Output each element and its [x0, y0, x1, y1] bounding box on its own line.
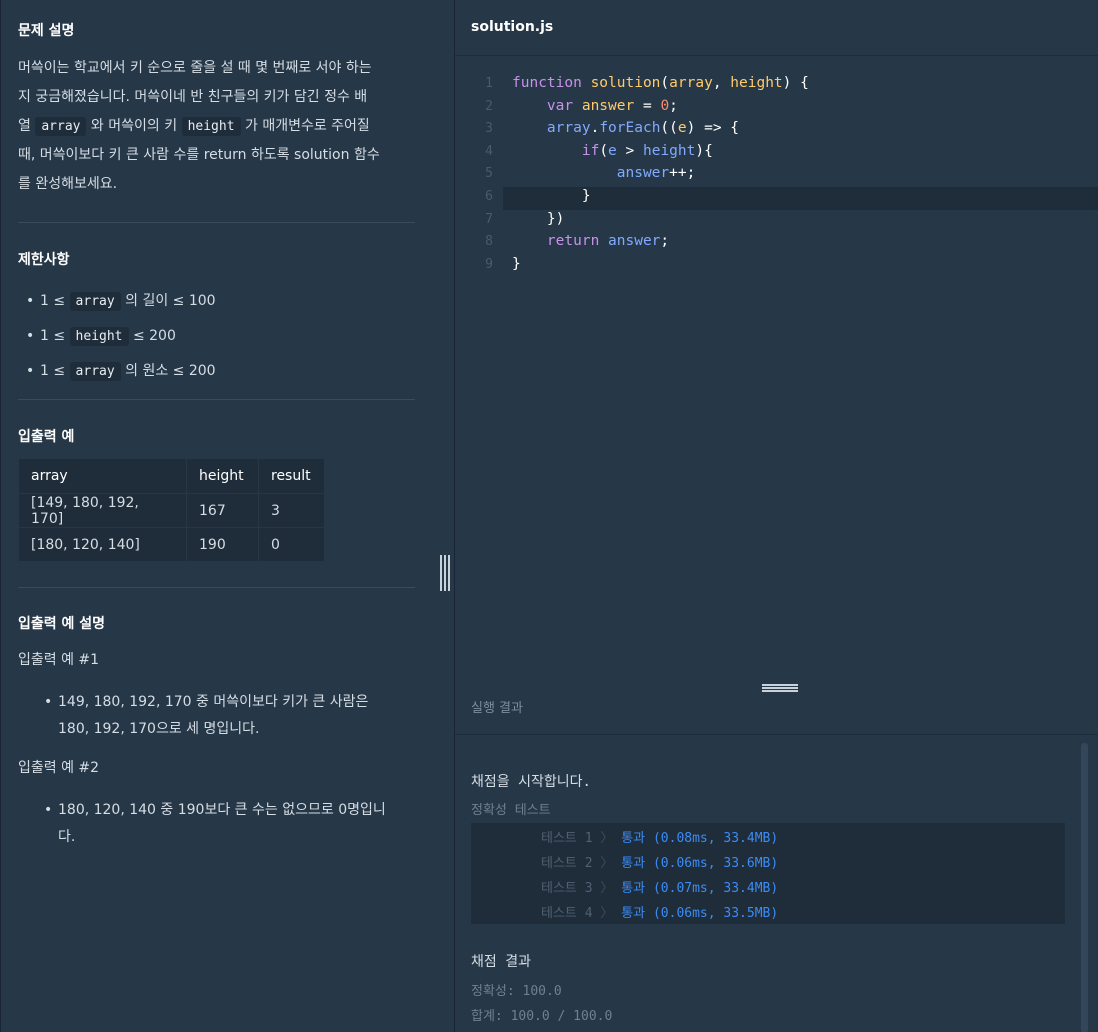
table-cell: 167: [186, 493, 259, 528]
constraint-item: 1 ≤ height ≤ 200: [18, 319, 216, 354]
line-number: 5: [485, 166, 493, 182]
test-row: 테스트 3 〉 통과 (0.07ms, 33.4MB): [541, 881, 779, 896]
table-cell: [180, 120, 140]: [18, 527, 187, 562]
table-cell: 3: [258, 493, 325, 528]
line-number: 8: [485, 234, 493, 250]
table-header: result: [258, 458, 325, 494]
desc-line-5: 를 완성해보세요.: [18, 176, 118, 192]
test-row: 테스트 1 〉 통과 (0.08ms, 33.4MB): [541, 831, 779, 846]
list-item: 180, 120, 140 중 190보다 큰 수는 없으므로 0명입니 다.: [36, 797, 386, 851]
divider: [18, 222, 415, 223]
code-array: array: [35, 117, 87, 136]
code-line[interactable]: return answer;: [512, 233, 669, 249]
result-title: 실행 결과: [471, 701, 523, 716]
test-results: 테스트 1 〉 통과 (0.08ms, 33.4MB) 테스트 2 〉 통과 (…: [471, 823, 1065, 924]
result-resize-handle[interactable]: [762, 684, 798, 693]
example1-title: 입출력 예 #1: [18, 652, 100, 668]
desc-line-3: 열 array 와 머쓱이의 키 height 가 매개변수로 주어질: [18, 117, 370, 136]
desc-line-1: 머쓱이는 학교에서 키 순으로 줄을 설 때 몇 번째로 서야 하는: [18, 60, 372, 76]
desc-line-4: 때, 머쓱이보다 키 큰 사람 수를 return 하도록 solution 함…: [18, 147, 380, 163]
table-header: height: [186, 458, 259, 494]
problem-description: 머쓱이는 학교에서 키 순으로 줄을 설 때 몇 번째로 서야 하는 지 궁금해…: [18, 54, 418, 199]
example2-title: 입출력 예 #2: [18, 760, 100, 776]
result-console: 채점을 시작합니다. 정확성 테스트 테스트 1 〉 통과 (0.08ms, 3…: [455, 734, 1098, 1032]
line-number: 9: [485, 256, 493, 272]
code-height: height: [181, 117, 241, 136]
divider: [18, 399, 415, 400]
constraint-item: 1 ≤ array 의 원소 ≤ 200: [18, 354, 216, 389]
grading-start-message: 채점을 시작합니다.: [471, 774, 591, 790]
table-header: array: [18, 458, 187, 494]
line-number: 1: [485, 76, 493, 91]
test-row: 테스트 4 〉 통과 (0.06ms, 33.5MB): [541, 906, 779, 921]
code-line[interactable]: array.forEach((e) => {: [512, 120, 739, 136]
accuracy-score: 정확성: 100.0: [471, 984, 562, 999]
code-line[interactable]: }): [512, 211, 564, 227]
list-item: 149, 180, 192, 170 중 머쓱이보다 키가 큰 사람은 180,…: [36, 689, 368, 743]
code-line[interactable]: if(e > height){: [512, 143, 713, 159]
test-category: 정확성 테스트: [471, 803, 551, 818]
test-row: 테스트 2 〉 통과 (0.06ms, 33.6MB): [541, 856, 779, 871]
result-scrollbar[interactable]: [1081, 743, 1088, 1032]
constraint-item: 1 ≤ array 의 길이 ≤ 100: [18, 284, 216, 319]
line-number: 3: [485, 121, 493, 137]
table-header-row: array height result: [18, 458, 325, 494]
example2-list: 180, 120, 140 중 190보다 큰 수는 없으므로 0명입니 다.: [36, 797, 386, 851]
desc-line-2: 지 궁금해졌습니다. 머쓱이네 반 친구들의 키가 담긴 정수 배: [18, 89, 368, 105]
code-line[interactable]: answer++;: [512, 165, 696, 181]
current-line-highlight: [503, 187, 1098, 210]
table-cell: [149, 180, 192, 170]: [18, 493, 187, 528]
problem-section-title: 문제 설명: [18, 23, 75, 39]
explain-title: 입출력 예 설명: [18, 616, 106, 632]
code-line[interactable]: var answer = 0;: [512, 98, 678, 114]
line-number: 7: [485, 211, 493, 227]
panel-resize-handle[interactable]: [440, 555, 451, 591]
status-badge: 통과 (0.07ms, 33.4MB): [621, 881, 779, 896]
status-badge: 통과 (0.06ms, 33.5MB): [621, 906, 779, 921]
table-cell: 0: [258, 527, 325, 562]
status-badge: 통과 (0.08ms, 33.4MB): [621, 831, 779, 846]
file-tab[interactable]: solution.js: [471, 19, 553, 35]
grade-title: 채점 결과: [471, 954, 531, 970]
editor-panel: solution.js 1 2 3 4 5 6 7 8 9 function solution(…: [454, 0, 1098, 1032]
constraints-list: 1 ≤ array 의 길이 ≤ 100 1 ≤ height ≤ 200 1 …: [18, 284, 216, 389]
io-table: array height result [149, 180, 192, 170]…: [18, 458, 325, 562]
table-cell: 190: [186, 527, 259, 562]
code-line[interactable]: }: [512, 188, 591, 204]
line-number: 2: [485, 98, 493, 114]
problem-panel: 문제 설명 머쓱이는 학교에서 키 순으로 줄을 설 때 몇 번째로 서야 하는…: [0, 0, 434, 1032]
line-number: 4: [485, 143, 493, 159]
example1-list: 149, 180, 192, 170 중 머쓱이보다 키가 큰 사람은 180,…: [36, 689, 368, 743]
constraints-title: 제한사항: [18, 252, 70, 268]
io-title: 입출력 예: [18, 429, 75, 445]
line-number: 6: [485, 189, 493, 204]
status-badge: 통과 (0.06ms, 33.6MB): [621, 856, 779, 871]
code-line[interactable]: }: [512, 256, 521, 272]
divider: [18, 587, 415, 588]
table-row: [149, 180, 192, 170] 167 3: [18, 493, 325, 528]
table-row: [180, 120, 140] 190 0: [18, 527, 325, 562]
code-editor[interactable]: 1 2 3 4 5 6 7 8 9 function solution(array, heigh…: [455, 55, 1098, 680]
total-score: 합계: 100.0 / 100.0: [471, 1009, 613, 1024]
code-line[interactable]: function solution(array, height) {: [512, 75, 809, 91]
